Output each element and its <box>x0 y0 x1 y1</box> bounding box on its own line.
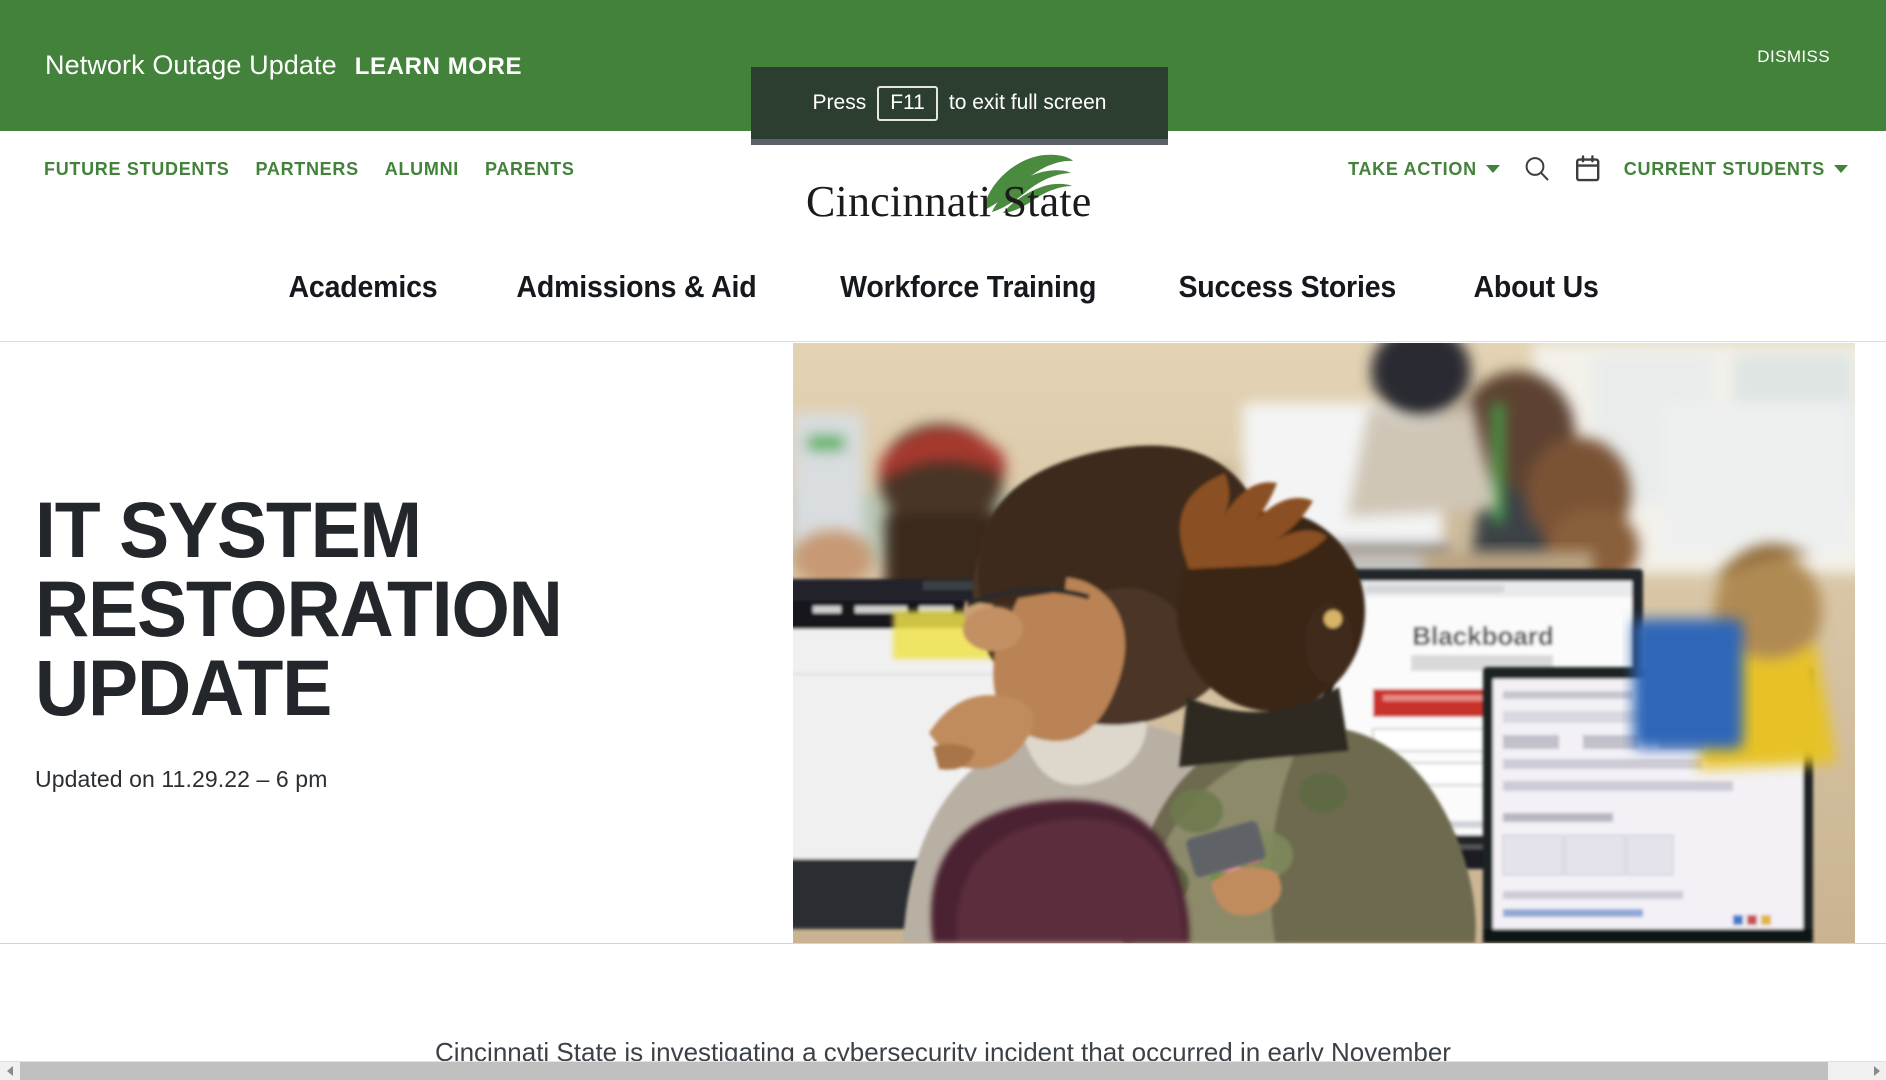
article-intro-section: Cincinnati State is investigating a cybe… <box>0 944 1886 1067</box>
nav-item-admissions-and-aid[interactable]: Admissions & Aid <box>516 269 756 305</box>
hero-updated-timestamp: Updated on 11.29.22 – 6 pm <box>35 766 328 792</box>
chevron-down-icon <box>1834 165 1848 173</box>
fullscreen-exit-toast: Press F11 to exit full screen <box>751 67 1168 139</box>
learn-more-link[interactable]: LEARN MORE <box>355 53 522 81</box>
nav-item-academics[interactable]: Academics <box>289 269 438 305</box>
fullscreen-toast-shadow <box>751 139 1168 145</box>
horizontal-scrollbar[interactable] <box>0 1061 1886 1080</box>
hero-image: Blackboard <box>793 343 1865 943</box>
utility-nav-links: FUTURE STUDENTS PARTNERS ALUMNI PARENTS <box>44 159 575 180</box>
page-title: IT SYSTEM RESTORATION UPDATE <box>35 485 563 732</box>
primary-navigation: Academics Admissions & Aid Workforce Tra… <box>0 232 1886 342</box>
fullscreen-toast-key: F11 <box>877 85 938 121</box>
utility-link-future-students[interactable]: FUTURE STUDENTS <box>44 159 230 180</box>
utility-link-alumni[interactable]: ALUMNI <box>385 159 459 180</box>
logo-wordmark: Cincinnati State <box>806 177 1092 226</box>
nav-item-success-stories[interactable]: Success Stories <box>1179 269 1397 305</box>
fullscreen-toast-prefix: Press <box>812 91 867 114</box>
take-action-label: TAKE ACTION <box>1348 158 1477 179</box>
utility-nav-actions: TAKE ACTION CURRENT STUDENTS <box>1348 154 1848 184</box>
hero-section: IT SYSTEM RESTORATION UPDATE Updated on … <box>0 343 1886 944</box>
take-action-dropdown[interactable]: TAKE ACTION <box>1348 159 1500 180</box>
scrollbar-thumb[interactable] <box>20 1062 1828 1080</box>
hero-text-block: IT SYSTEM RESTORATION UPDATE Updated on … <box>35 490 735 793</box>
svg-text:Blackboard: Blackboard <box>1412 621 1554 651</box>
site-logo[interactable]: Cincinnati State <box>800 152 1092 228</box>
scroll-left-icon[interactable] <box>0 1062 19 1080</box>
current-students-dropdown[interactable]: CURRENT STUDENTS <box>1624 159 1848 180</box>
nav-item-about-us[interactable]: About Us <box>1473 269 1598 305</box>
alert-title: Network Outage Update <box>45 50 337 80</box>
utility-link-partners[interactable]: PARTNERS <box>256 159 359 180</box>
utility-link-parents[interactable]: PARENTS <box>485 159 575 180</box>
chevron-down-icon <box>1485 165 1500 173</box>
search-icon[interactable] <box>1522 154 1552 184</box>
current-students-label: CURRENT STUDENTS <box>1623 158 1825 179</box>
alert-text-group: Network Outage Update LEARN MORE <box>45 50 522 81</box>
nav-item-workforce-training[interactable]: Workforce Training <box>840 269 1096 305</box>
fullscreen-toast-suffix: to exit full screen <box>948 91 1107 114</box>
dismiss-button[interactable]: DISMISS <box>1757 47 1830 67</box>
calendar-icon[interactable] <box>1574 154 1602 184</box>
scroll-right-icon[interactable] <box>1867 1062 1886 1080</box>
